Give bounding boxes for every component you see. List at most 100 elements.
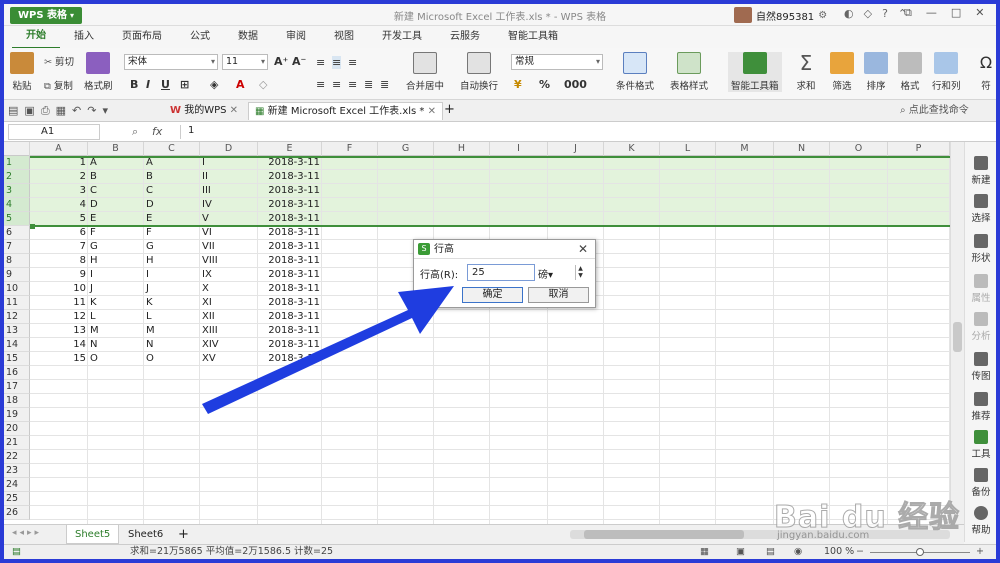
row-header[interactable]: 8 — [4, 254, 30, 268]
table-cell[interactable]: 11 — [30, 296, 88, 310]
gear-icon[interactable]: ⚙ — [818, 10, 827, 21]
command-search[interactable]: ⌕ 点此查找命令 — [894, 102, 975, 120]
minimize-icon[interactable]: — — [926, 6, 937, 20]
increase-font-icon[interactable]: A⁺ — [274, 55, 288, 68]
row-header[interactable]: 26 — [4, 506, 30, 520]
close-icon[interactable]: ✕ — [428, 106, 436, 117]
table-cell[interactable]: I — [88, 268, 144, 282]
row-header[interactable]: 20 — [4, 422, 30, 436]
table-cell[interactable]: O — [144, 352, 200, 366]
select-all-corner[interactable] — [4, 142, 30, 156]
table-cell[interactable]: F — [88, 226, 144, 240]
normal-view-icon[interactable]: ▦ — [700, 545, 709, 559]
tab-formulas[interactable]: 公式 — [176, 26, 224, 48]
print-icon[interactable]: ⎙ — [41, 104, 50, 118]
chevron-down-icon[interactable]: ▾ — [102, 104, 108, 118]
table-cell[interactable]: 15 — [30, 352, 88, 366]
row-height-input[interactable]: 25 ▲ ▼ — [467, 264, 583, 281]
align-middle-icon[interactable]: ≡ — [332, 56, 342, 69]
table-cell[interactable]: K — [88, 296, 144, 310]
percent-button[interactable]: % — [539, 78, 550, 91]
row-header[interactable]: 23 — [4, 464, 30, 478]
font-family-select[interactable]: 宋体 — [124, 54, 218, 70]
ok-button[interactable]: 确定 — [462, 287, 523, 303]
sheet-nav-arrows-icon[interactable]: ◂◂▸▸ — [12, 528, 42, 538]
zoom-level[interactable]: 100 % — [824, 545, 854, 559]
symbol-button[interactable]: Ω 符 — [974, 52, 996, 92]
cancel-button[interactable]: 取消 — [528, 287, 589, 303]
pane-backup[interactable]: 备份 — [965, 468, 996, 498]
fx-icon[interactable]: fx — [152, 125, 162, 138]
bold-button[interactable]: B — [130, 78, 138, 91]
number-format-select[interactable]: 常规 — [511, 54, 603, 70]
table-cell[interactable]: H — [144, 254, 200, 268]
table-cell[interactable]: G — [144, 240, 200, 254]
fill-color-icon[interactable]: ◈ — [210, 78, 218, 91]
table-cell[interactable]: L — [88, 310, 144, 324]
zoom-slider[interactable] — [870, 548, 970, 556]
table-cell[interactable]: 2018-3-11 — [258, 240, 322, 254]
row-header[interactable]: 19 — [4, 408, 30, 422]
justify-icon[interactable]: ≣ — [364, 78, 373, 91]
currency-icon[interactable]: ¥ — [514, 78, 522, 91]
maximize-icon[interactable]: □ — [951, 6, 961, 20]
column-header-l[interactable]: L — [660, 142, 716, 156]
new-tab-button[interactable]: + — [438, 102, 461, 120]
open-icon[interactable]: ▤ — [8, 104, 18, 118]
table-cell[interactable]: J — [88, 282, 144, 296]
zoom-lookup-icon[interactable]: ⌕ — [132, 125, 138, 139]
pane-tools[interactable]: 工具 — [965, 430, 996, 460]
zoom-slider-handle[interactable] — [916, 548, 924, 556]
row-header[interactable]: 22 — [4, 450, 30, 464]
table-cell[interactable]: VII — [200, 240, 258, 254]
pane-shape[interactable]: 形状 — [965, 234, 996, 264]
font-color-icon[interactable]: A — [236, 78, 245, 91]
fill-handle[interactable] — [30, 224, 35, 229]
cut-button[interactable]: ✂ 剪切 — [44, 54, 74, 68]
table-cell[interactable]: 7 — [30, 240, 88, 254]
table-cell[interactable]: N — [88, 338, 144, 352]
name-box[interactable]: A1 — [8, 124, 100, 140]
pane-properties[interactable]: 属性 — [965, 274, 996, 304]
row-header[interactable]: 1 — [4, 156, 30, 170]
tab-review[interactable]: 审阅 — [272, 26, 320, 48]
skin-icon[interactable]: ◐ — [844, 7, 854, 20]
pane-select[interactable]: 选择 — [965, 194, 996, 224]
table-cell[interactable]: 14 — [30, 338, 88, 352]
row-header[interactable]: 11 — [4, 296, 30, 310]
paste-button[interactable]: 粘贴 — [10, 52, 34, 92]
table-cell[interactable]: K — [144, 296, 200, 310]
restore-icon[interactable]: ⧉ — [904, 6, 912, 20]
rows-cols-button[interactable]: 行和列 — [932, 52, 961, 92]
table-cell[interactable]: L — [144, 310, 200, 324]
macro-icon[interactable]: ▤ — [12, 545, 21, 559]
row-header[interactable]: 16 — [4, 366, 30, 380]
sum-button[interactable]: Σ 求和 — [794, 52, 818, 92]
preview-icon[interactable]: ▦ — [56, 104, 66, 118]
column-header-b[interactable]: B — [88, 142, 144, 156]
close-icon[interactable]: ✕ — [975, 6, 984, 20]
row-header[interactable]: 10 — [4, 282, 30, 296]
add-sheet-button[interactable]: + — [170, 525, 197, 544]
align-bottom-icon[interactable]: ≡ — [348, 56, 357, 69]
underline-button[interactable]: U — [161, 78, 170, 91]
merge-center-button[interactable]: 合并居中 — [406, 52, 444, 92]
row-header[interactable]: 3 — [4, 184, 30, 198]
table-cell[interactable]: H — [88, 254, 144, 268]
wrap-text-button[interactable]: 自动换行 — [460, 52, 498, 92]
align-center-icon[interactable]: ≡ — [332, 78, 341, 91]
feedback-icon[interactable]: ◇ — [864, 7, 872, 20]
column-header-m[interactable]: M — [716, 142, 774, 156]
tab-smart-toolbox[interactable]: 智能工具箱 — [494, 26, 572, 48]
format-painter-button[interactable]: 格式刷 — [84, 52, 113, 92]
table-cell[interactable]: 6 — [30, 226, 88, 240]
decrease-font-icon[interactable]: A⁻ — [292, 55, 306, 68]
column-header-c[interactable]: C — [144, 142, 200, 156]
close-icon[interactable]: ✕ — [578, 240, 588, 259]
row-header[interactable]: 4 — [4, 198, 30, 212]
column-header-h[interactable]: H — [434, 142, 490, 156]
scroll-thumb[interactable] — [953, 322, 962, 352]
row-header[interactable]: 18 — [4, 394, 30, 408]
table-cell[interactable]: 2018-3-11 — [258, 226, 322, 240]
tab-cloud[interactable]: 云服务 — [436, 26, 494, 48]
